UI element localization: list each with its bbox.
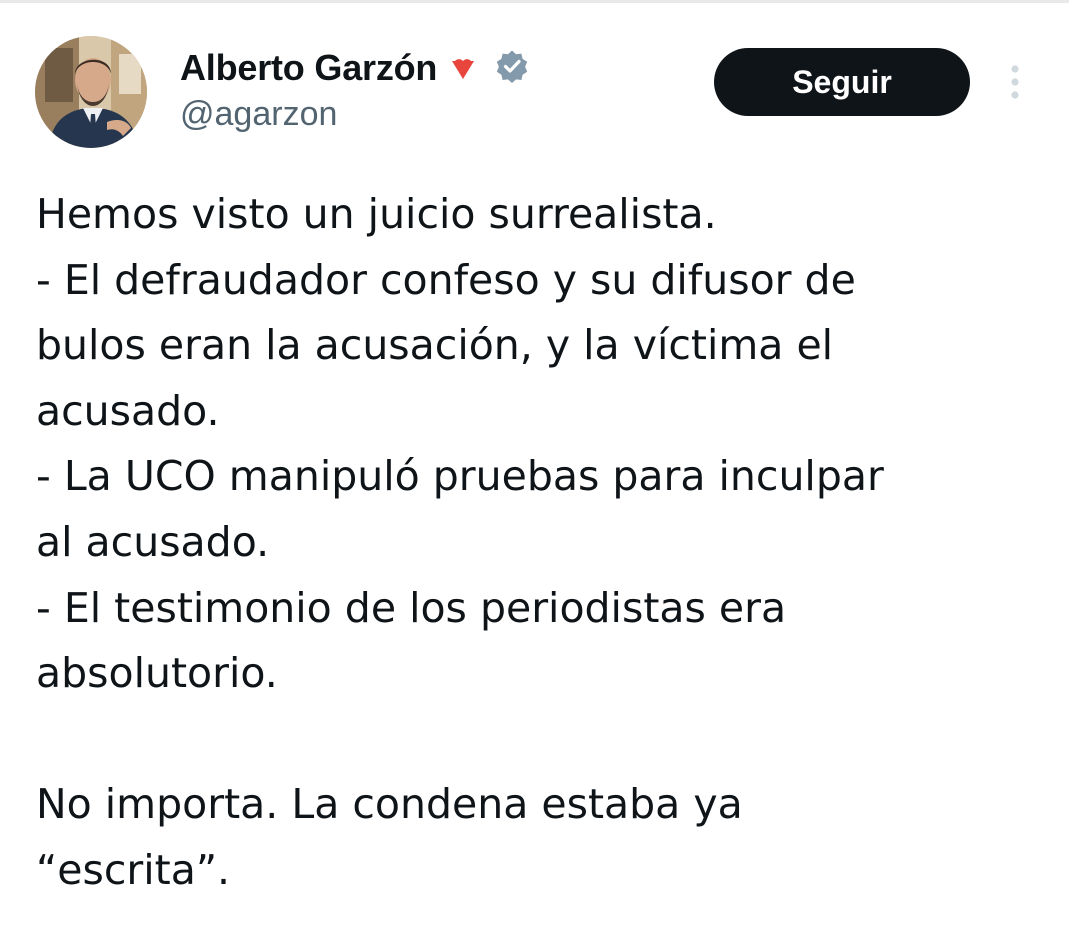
vertical-ellipsis-icon: [1011, 65, 1019, 99]
tweet-text-line: Hemos visto un juicio surrealista.: [36, 190, 717, 238]
tweet-text-line: No importa. La condena estaba ya: [36, 780, 743, 829]
avatar[interactable]: [35, 36, 147, 148]
author-handle[interactable]: @agarzon: [180, 95, 337, 134]
verified-badge-icon: [495, 49, 529, 83]
author-block: Alberto Garzón @agarzon: [180, 42, 700, 142]
author-display-name[interactable]: Alberto Garzón: [180, 47, 437, 89]
avatar-photo: [35, 36, 147, 148]
author-name-row: Alberto Garzón: [180, 44, 529, 92]
more-options-button[interactable]: [1000, 58, 1030, 106]
tweet-text-line: absolutorio.: [36, 649, 278, 698]
tweet-text-line: - El defraudador confeso y su difusor de: [36, 255, 856, 304]
tweet-text: Hemos visto un juicio surrealista. - El …: [36, 182, 1036, 904]
tweet-text-line: - La UCO manipuló pruebas para inculpar: [36, 452, 884, 501]
tweet-text-line: “escrita”.: [36, 845, 231, 894]
tweet-card: Alberto Garzón @agarzon Seguir Hemos vis…: [0, 0, 1069, 933]
tweet-meta-row-cropped: [36, 918, 1036, 948]
follow-button[interactable]: Seguir: [714, 48, 970, 116]
rose-icon: [449, 55, 477, 83]
tweet-text-line: al acusado.: [36, 517, 270, 566]
tweet-text-line: - El testimonio de los periodistas era: [36, 583, 787, 632]
tweet-text-line: acusado.: [36, 386, 220, 435]
tweet-text-line: bulos eran la acusación, y la víctima el: [36, 321, 834, 370]
